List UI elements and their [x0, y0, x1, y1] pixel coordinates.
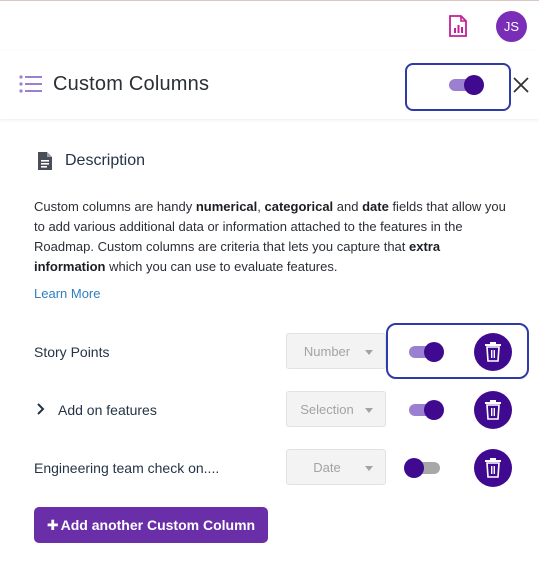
trash-icon [485, 400, 501, 420]
column-type-select[interactable]: Number [286, 333, 386, 369]
column-label-add-on-features: Add on features [58, 402, 157, 418]
add-custom-column-button[interactable]: ✚ Add another Custom Column [34, 507, 268, 543]
report-document-icon[interactable] [449, 15, 467, 37]
trash-icon [485, 458, 501, 478]
description-title: Description [65, 152, 146, 169]
column-toggle-add-on-features[interactable] [407, 399, 445, 421]
delete-column-button[interactable] [474, 449, 512, 487]
column-toggle-engineering-team-check[interactable] [404, 457, 442, 479]
close-icon[interactable] [512, 76, 530, 94]
column-label-story-points: Story Points [34, 344, 110, 360]
chevron-right-icon[interactable] [36, 403, 46, 415]
caret-down-icon [365, 350, 373, 355]
panel-title: Custom Columns [53, 73, 210, 95]
delete-column-button[interactable] [474, 333, 512, 371]
learn-more-link[interactable]: Learn More [34, 286, 100, 301]
description-text: Custom columns are handy numerical, cate… [34, 199, 506, 274]
top-bar: JS [0, 0, 539, 52]
plus-icon: ✚ [46, 517, 59, 533]
delete-column-button[interactable] [474, 391, 512, 429]
add-custom-column-label: Add another Custom Column [60, 517, 256, 533]
column-type-select[interactable]: Selection [286, 391, 386, 427]
user-avatar[interactable]: JS [496, 11, 527, 42]
caret-down-icon [365, 408, 373, 413]
column-label-engineering-team-check: Engineering team check on.... [34, 460, 220, 476]
caret-down-icon [365, 466, 373, 471]
trash-icon [485, 342, 501, 362]
custom-columns-master-toggle[interactable] [447, 74, 485, 96]
column-type-select[interactable]: Date [286, 449, 386, 485]
column-toggle-story-points[interactable] [407, 341, 445, 363]
document-icon [38, 152, 52, 170]
list-icon [19, 75, 42, 93]
